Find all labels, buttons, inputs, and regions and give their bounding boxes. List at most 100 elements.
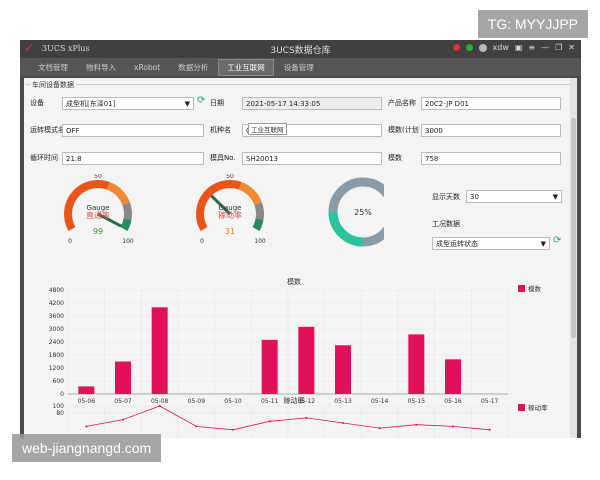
gauge-value: 31 bbox=[225, 227, 235, 236]
series-point bbox=[85, 425, 88, 428]
cycle-time-label: 循环时间 bbox=[30, 154, 58, 162]
gauge-top-label: 50 bbox=[94, 174, 102, 180]
mold-count-label: 模数 bbox=[388, 154, 402, 162]
user-name[interactable]: xdw bbox=[493, 43, 509, 52]
tab-tooltip: 工业互联网 bbox=[248, 123, 287, 135]
tab-industrial-internet[interactable]: 工业互联网 bbox=[218, 58, 274, 76]
device-select[interactable]: 成型机[东泽01] ▼ bbox=[62, 97, 194, 110]
workshop-panel: 车间设备数据 工业互联网 设备 成型机[东泽01] ▼ ⟳ 日期 2021-05… bbox=[24, 78, 577, 438]
gauge-top-label: 50 bbox=[226, 174, 234, 180]
run-mode-label: 运转模式名 bbox=[30, 126, 65, 134]
bar bbox=[261, 339, 278, 394]
work-data-select[interactable]: 成型运转状态 ▼ bbox=[432, 237, 550, 250]
series-point bbox=[122, 418, 124, 421]
online-status-icon bbox=[465, 44, 473, 51]
record-status-icon[interactable] bbox=[452, 44, 460, 51]
skin-icon[interactable]: ▣ bbox=[515, 43, 523, 52]
mold-no-field[interactable]: SH20013 bbox=[242, 152, 382, 165]
gauges-area: 50Gauge直通率990 10050Gauge稼动率310 10025% bbox=[64, 174, 384, 247]
gauge-band-mid bbox=[106, 182, 130, 206]
menu-icon[interactable]: ≡ bbox=[528, 43, 535, 52]
chevron-down-icon: ▼ bbox=[552, 193, 558, 201]
product-label: 产品名称 bbox=[388, 99, 416, 107]
series-point bbox=[452, 425, 454, 428]
group-title: 车间设备数据 bbox=[30, 80, 76, 90]
series-point bbox=[158, 405, 161, 407]
plan-count-label: 模数(计划 bbox=[388, 126, 419, 134]
bar bbox=[298, 326, 315, 394]
gauge-max-label: 100 bbox=[254, 238, 266, 245]
plan-count-field[interactable]: 3000 bbox=[421, 124, 561, 137]
close-icon[interactable]: ✕ bbox=[568, 43, 575, 52]
y-tick-label: 4200 bbox=[49, 300, 64, 307]
y-tick-label: 3600 bbox=[49, 313, 64, 320]
series-point bbox=[342, 422, 344, 424]
y-tick-label: 1200 bbox=[49, 365, 64, 372]
menu-bar: 文档管理 物料导入 xRobot 数据分析 工业互联网 设备管理 bbox=[20, 58, 581, 76]
restore-icon[interactable]: ❐ bbox=[555, 43, 562, 52]
minimize-icon[interactable]: — bbox=[541, 43, 549, 52]
tab-device-management[interactable]: 设备管理 bbox=[276, 60, 322, 75]
gauge-band-mid bbox=[238, 182, 262, 206]
mold-count-chart: 模数0600120018002400300036004200480005-06 0… bbox=[49, 277, 542, 405]
gauge-band-top bbox=[252, 218, 264, 231]
display-days-label: 显示天数 bbox=[432, 193, 460, 201]
gauge-max-label: 100 bbox=[122, 238, 134, 245]
bar bbox=[115, 361, 131, 394]
gauge-name: 稼动率 bbox=[218, 210, 242, 220]
series-point bbox=[378, 427, 381, 430]
legend-label: 稼动率 bbox=[528, 403, 548, 412]
title-bar: ✓ 3UCS xPlus 3UCS数据仓库 xdw ▣ ≡ — ❐ ✕ bbox=[20, 40, 581, 58]
gauge-name: 直通率 bbox=[86, 210, 110, 220]
vertical-scrollbar[interactable] bbox=[570, 78, 577, 438]
gauge-band-high bbox=[122, 202, 132, 220]
y-tick-label: 3000 bbox=[49, 326, 64, 333]
gauge-min-label: 0 bbox=[68, 238, 72, 245]
series-point bbox=[305, 416, 308, 419]
legend-label: 模数 bbox=[528, 284, 542, 293]
tab-documents[interactable]: 文档管理 bbox=[30, 60, 76, 75]
user-avatar-icon[interactable] bbox=[478, 43, 487, 52]
bar bbox=[335, 345, 351, 394]
gauge-value: 99 bbox=[93, 227, 103, 236]
y-tick-label: 1800 bbox=[49, 352, 64, 359]
display-days-value: 30 bbox=[470, 193, 479, 201]
series-point bbox=[415, 423, 418, 426]
donut-label: 25% bbox=[354, 208, 372, 217]
app-window: ✓ 3UCS xPlus 3UCS数据仓库 xdw ▣ ≡ — ❐ ✕ 文档管理… bbox=[20, 40, 581, 438]
legend-swatch bbox=[518, 404, 525, 411]
date-field[interactable]: 2021-05-17 14:33:05 bbox=[242, 97, 382, 110]
series-point bbox=[488, 428, 491, 431]
y-tick-label: 2400 bbox=[49, 339, 64, 346]
chart-title: 稼动率 bbox=[284, 396, 305, 405]
chevron-down-icon: ▼ bbox=[540, 240, 546, 248]
work-data-value: 成型运转状态 bbox=[436, 240, 478, 248]
product-field[interactable]: 20C2-JP D01 bbox=[421, 97, 561, 110]
y-tick-label: 80 bbox=[56, 410, 64, 417]
watermark-bottom: web-jiangnangd.com bbox=[12, 434, 162, 462]
tab-data-analysis[interactable]: 数据分析 bbox=[170, 60, 216, 75]
tab-xrobot[interactable]: xRobot bbox=[126, 61, 168, 74]
series-point bbox=[232, 428, 234, 431]
gauge-band-top bbox=[120, 218, 132, 231]
utilization-chart: 稼动率10080稼动率 bbox=[53, 396, 548, 438]
gauge-band-high bbox=[254, 202, 264, 220]
tab-material-import[interactable]: 物料导入 bbox=[78, 60, 124, 75]
series-point bbox=[195, 425, 198, 428]
mold-no-label: 模具No. bbox=[210, 154, 236, 162]
bar bbox=[408, 334, 425, 394]
refresh-icon[interactable]: ⟳ bbox=[553, 235, 561, 246]
bar bbox=[78, 386, 95, 394]
chart-title: 模数 bbox=[287, 277, 301, 286]
display-days-select[interactable]: 30 ▼ bbox=[466, 190, 562, 203]
mold-count-field[interactable]: 758 bbox=[421, 152, 561, 165]
cycle-time-field[interactable]: 21.8 bbox=[62, 152, 204, 165]
group-divider bbox=[26, 84, 575, 85]
run-mode-field[interactable]: OFF bbox=[62, 124, 204, 137]
watermark-top: TG: MYYJJPP bbox=[477, 10, 588, 38]
gauge-min-label: 0 bbox=[200, 238, 204, 245]
bar bbox=[151, 307, 168, 394]
refresh-icon[interactable]: ⟳ bbox=[197, 95, 205, 106]
device-select-value: 成型机[东泽01] bbox=[66, 100, 116, 108]
scrollbar-thumb[interactable] bbox=[571, 118, 576, 338]
